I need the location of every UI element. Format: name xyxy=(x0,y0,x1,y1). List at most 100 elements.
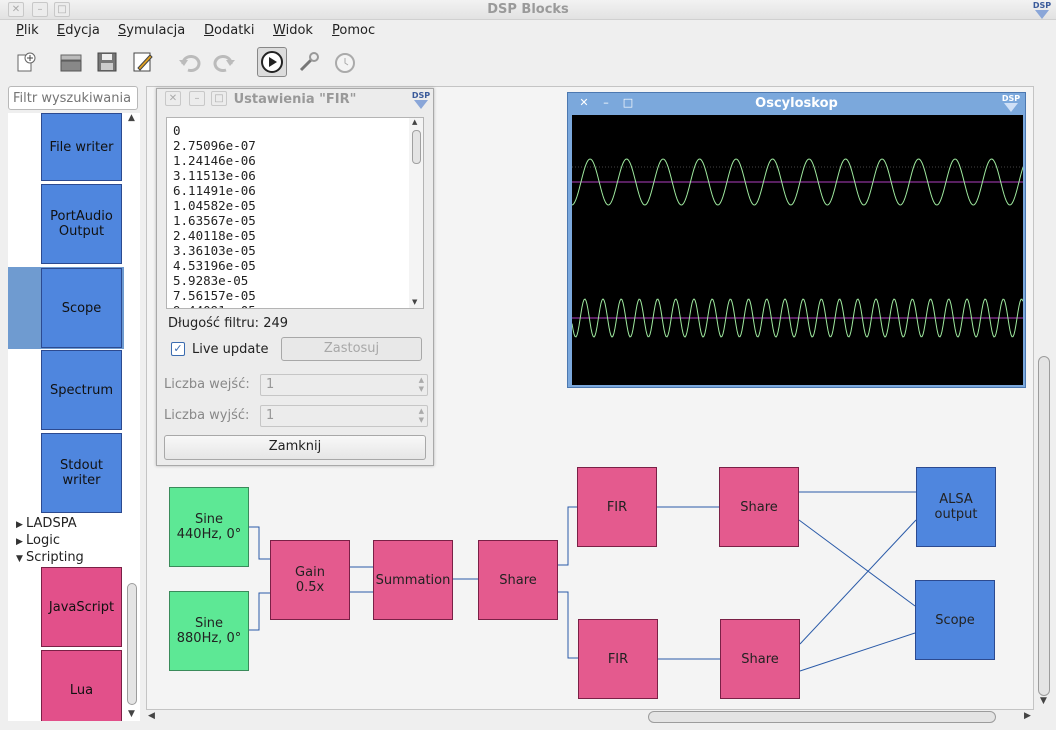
node-label: FIR xyxy=(606,499,628,515)
library-block-label: Scope xyxy=(61,300,102,316)
library-block-scope[interactable]: Scope xyxy=(41,268,122,348)
category-logic[interactable]: ▶ Logic xyxy=(16,533,60,548)
library-block-stdout-writer[interactable]: Stdout writer xyxy=(41,433,122,513)
apply-button[interactable]: Zastosuj xyxy=(281,337,422,361)
app-logo-icon: DSP xyxy=(411,91,431,109)
scroll-thumb[interactable] xyxy=(412,130,421,164)
coefficient-row: 9.44091e-05 xyxy=(173,303,256,308)
scroll-thumb[interactable] xyxy=(648,711,996,723)
menu-dodatki[interactable]: Dodatki xyxy=(204,23,254,38)
inputs-count-value: 1 xyxy=(266,377,275,392)
menu-edycja[interactable]: Edycja xyxy=(57,23,100,38)
play-icon[interactable] xyxy=(257,47,287,77)
coefficients-textarea[interactable]: 0 2.75096e-07 1.24146e-06 3.11513e-06 6.1149… xyxy=(166,117,424,309)
outputs-count-label: Liczba wyjść: xyxy=(164,408,250,423)
node-label: Sine 880Hz, 0° xyxy=(176,616,242,646)
save-icon[interactable] xyxy=(92,47,122,77)
oscilloscope-display xyxy=(571,115,1024,385)
outputs-count-value: 1 xyxy=(266,408,275,423)
node-share-3[interactable]: Share xyxy=(720,619,800,699)
library-block-portaudio-output[interactable]: PortAudio Output xyxy=(41,184,122,264)
edit-icon[interactable] xyxy=(128,47,158,77)
clock-icon[interactable] xyxy=(330,47,360,77)
scroll-up-icon[interactable]: ▲ xyxy=(412,118,417,126)
menu-pomoc[interactable]: Pomoc xyxy=(332,23,375,38)
oscilloscope-traces xyxy=(571,158,1024,338)
menu-widok[interactable]: Widok xyxy=(273,23,313,38)
scroll-down-icon[interactable]: ▼ xyxy=(1040,696,1047,706)
node-label: Share xyxy=(741,651,779,667)
menu-plik[interactable]: Plik xyxy=(16,23,39,38)
block-library-panel: File writer PortAudio Output Scope Spect… xyxy=(8,113,140,721)
coefficient-row: 1.63567e-05 xyxy=(173,213,256,228)
node-label: ALSA output xyxy=(934,492,978,522)
canvas-horizontal-scrollbar[interactable]: ◀ ▶ xyxy=(146,710,1034,724)
node-sine-880[interactable]: Sine 880Hz, 0° xyxy=(169,591,249,671)
dialog-title: Ustawienia "FIR" xyxy=(233,92,357,107)
category-ladspa[interactable]: ▶ LADSPA xyxy=(16,516,77,531)
menu-symulacja[interactable]: Symulacja xyxy=(118,23,185,38)
scroll-thumb[interactable] xyxy=(127,583,137,705)
node-share-1[interactable]: Share xyxy=(478,540,558,620)
live-update-label: Live update xyxy=(192,342,269,357)
canvas-vertical-scrollbar[interactable]: ▼ xyxy=(1036,86,1052,710)
window-titlebar: ✕ – □ DSP Blocks DSP xyxy=(0,0,1056,20)
filter-length-label: Długość filtru: 249 xyxy=(168,316,289,331)
undo-icon[interactable] xyxy=(174,47,204,77)
node-scope[interactable]: Scope xyxy=(915,580,995,660)
coefficient-row: 3.11513e-06 xyxy=(173,168,256,183)
oscilloscope-title: Oscyloskop xyxy=(755,96,838,111)
spin-arrows-icon[interactable]: ▲ ▼ xyxy=(419,407,424,425)
library-block-spectrum[interactable]: Spectrum xyxy=(41,350,122,430)
scroll-up-icon[interactable]: ▲ xyxy=(128,113,135,123)
library-block-file-writer[interactable]: File writer xyxy=(41,113,122,181)
coefficients-scrollbar[interactable]: ▲ ▼ xyxy=(409,118,423,308)
close-button[interactable]: Zamknij xyxy=(164,435,426,460)
app-logo-icon: DSP xyxy=(1001,94,1021,112)
oscilloscope-window: ✕ – □ Oscyloskop DSP xyxy=(567,92,1026,388)
node-label: Sine 440Hz, 0° xyxy=(176,512,242,542)
coefficient-row: 2.75096e-07 xyxy=(173,138,256,153)
library-icon[interactable] xyxy=(56,47,86,77)
node-gain[interactable]: Gain 0.5x xyxy=(270,540,350,620)
node-label: Gain 0.5x xyxy=(295,565,325,595)
scroll-thumb[interactable] xyxy=(1038,356,1050,696)
scroll-right-icon[interactable]: ▶ xyxy=(1024,711,1031,721)
toolbar xyxy=(0,43,1056,81)
node-label: Share xyxy=(499,572,537,588)
scroll-left-icon[interactable]: ◀ xyxy=(148,711,155,721)
new-block-icon[interactable] xyxy=(10,47,40,77)
search-input[interactable] xyxy=(8,86,138,110)
category-label: Scripting xyxy=(26,550,84,565)
category-label: LADSPA xyxy=(26,516,77,531)
node-summation[interactable]: Summation xyxy=(373,540,453,620)
node-fir-2[interactable]: FIR xyxy=(578,619,658,699)
library-block-label: Lua xyxy=(69,682,94,698)
scroll-down-icon[interactable]: ▼ xyxy=(412,298,417,306)
redo-icon[interactable] xyxy=(210,47,240,77)
library-block-label: File writer xyxy=(49,139,114,155)
node-label: Summation xyxy=(375,572,451,588)
node-alsa-output[interactable]: ALSA output xyxy=(916,467,996,547)
library-block-lua[interactable]: Lua xyxy=(41,650,122,721)
library-block-javascript[interactable]: JavaScript xyxy=(41,567,122,647)
scroll-down-icon[interactable]: ▼ xyxy=(128,709,135,719)
coefficients-list: 0 2.75096e-07 1.24146e-06 3.11513e-06 6.1149… xyxy=(173,123,256,308)
settings-icon[interactable] xyxy=(294,47,324,77)
coefficient-row: 4.53196e-05 xyxy=(173,258,256,273)
inputs-count-stepper[interactable]: 1 ▲ ▼ xyxy=(260,374,428,396)
node-share-2[interactable]: Share xyxy=(719,467,799,547)
category-scripting[interactable]: ▼ Scripting xyxy=(16,550,84,565)
inputs-count-label: Liczba wejść: xyxy=(164,377,250,392)
window-title: DSP Blocks xyxy=(487,2,569,17)
node-fir-1[interactable]: FIR xyxy=(577,467,657,547)
library-block-label: Spectrum xyxy=(50,382,113,398)
coefficient-row: 1.04582e-05 xyxy=(173,198,256,213)
live-update-checkbox[interactable]: ✓ xyxy=(171,342,185,356)
node-sine-440[interactable]: Sine 440Hz, 0° xyxy=(169,487,249,567)
node-label: Scope xyxy=(935,612,975,628)
outputs-count-stepper[interactable]: 1 ▲ ▼ xyxy=(260,405,428,427)
spin-arrows-icon[interactable]: ▲ ▼ xyxy=(419,376,424,394)
library-scrollbar[interactable]: ▲ ▼ xyxy=(124,113,140,721)
coefficient-row: 5.9283e-05 xyxy=(173,273,249,288)
